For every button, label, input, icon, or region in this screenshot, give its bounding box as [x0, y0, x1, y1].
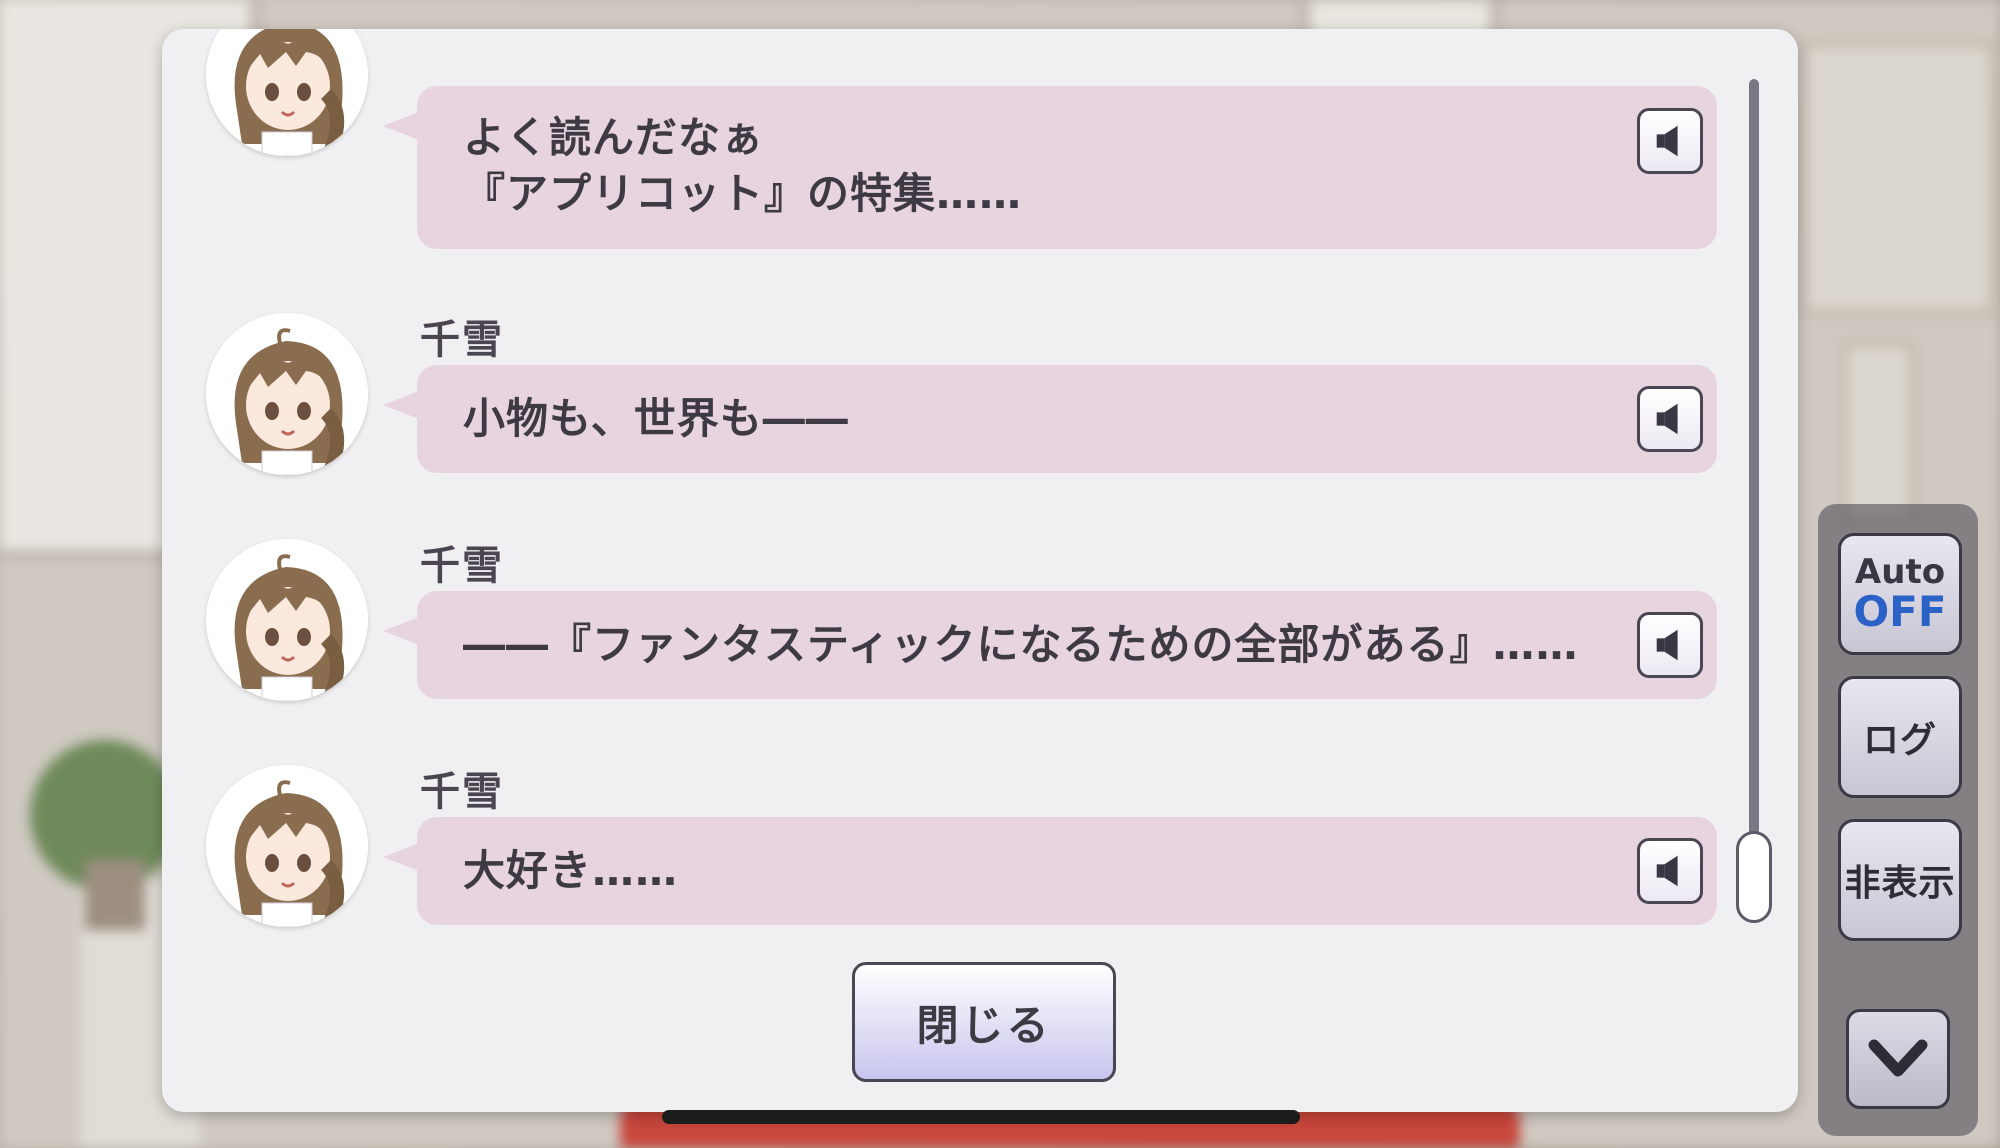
avatar — [206, 539, 368, 701]
speaker-icon — [1656, 403, 1678, 435]
scrollbar-thumb[interactable] — [1736, 831, 1772, 923]
message-text: 大好き…… — [463, 846, 679, 895]
message-bubble: よく読んだなぁ 『アプリコット』の特集…… — [383, 86, 1717, 249]
avatar — [206, 29, 368, 156]
auto-label: Auto — [1854, 552, 1946, 592]
voice-replay-button[interactable] — [1637, 612, 1703, 678]
collapse-menu-button[interactable] — [1846, 1009, 1950, 1109]
side-control-panel: Auto OFF ログ 非表示 — [1818, 504, 1978, 1136]
auto-state: OFF — [1853, 587, 1947, 636]
hide-button[interactable]: 非表示 — [1838, 819, 1962, 941]
speaker-icon — [1656, 855, 1678, 887]
avatar — [206, 765, 368, 927]
voice-replay-button[interactable] — [1637, 386, 1703, 452]
backlog-dialog: よく読んだなぁ 『アプリコット』の特集…… 千雪 小物も、世界も―― 千雪 ――… — [162, 29, 1798, 1112]
speaker-name: 千雪 — [420, 543, 504, 589]
home-indicator — [662, 1110, 1300, 1124]
speaker-icon — [1656, 629, 1678, 661]
message-bubble: ――『ファンタスティックになるための全部がある』…… — [383, 591, 1717, 699]
speaker-icon — [1656, 125, 1678, 157]
close-button[interactable]: 閉じる — [852, 962, 1116, 1082]
log-label: ログ — [1862, 720, 1937, 761]
avatar — [206, 313, 368, 475]
speaker-name: 千雪 — [420, 769, 504, 815]
message-bubble: 小物も、世界も―― — [383, 365, 1717, 473]
message-text: 小物も、世界も―― — [463, 394, 849, 443]
chevron-down-icon — [1868, 1039, 1928, 1077]
voice-replay-button[interactable] — [1637, 838, 1703, 904]
log-button[interactable]: ログ — [1838, 676, 1962, 798]
message-text: よく読んだなぁ 『アプリコット』の特集…… — [463, 113, 1023, 218]
speaker-name: 千雪 — [420, 317, 504, 363]
voice-replay-button[interactable] — [1637, 108, 1703, 174]
message-text: ――『ファンタスティックになるための全部がある』…… — [463, 620, 1579, 669]
auto-toggle-button[interactable]: Auto OFF — [1838, 533, 1962, 655]
hide-label: 非表示 — [1844, 863, 1956, 904]
scrollbar-track[interactable] — [1749, 79, 1759, 889]
log-list[interactable]: よく読んだなぁ 『アプリコット』の特集…… 千雪 小物も、世界も―― 千雪 ――… — [162, 29, 1752, 949]
message-bubble: 大好き…… — [383, 817, 1717, 925]
